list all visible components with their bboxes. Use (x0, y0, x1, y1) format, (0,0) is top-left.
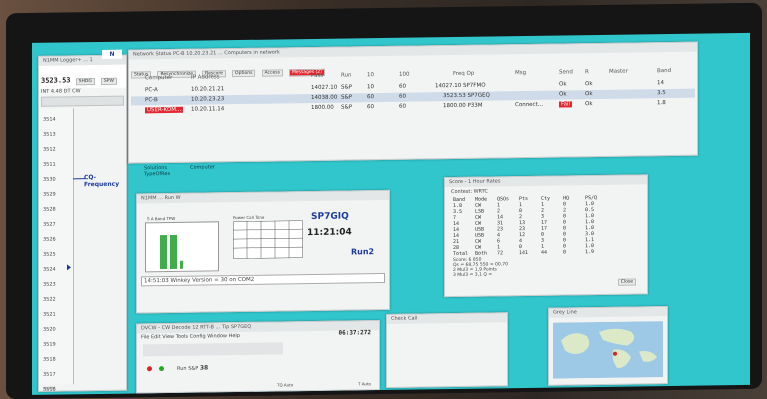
scale-tick: 3521 (43, 311, 56, 318)
scale-tick: 3513 (43, 131, 56, 138)
spw-button[interactable]: SPW (100, 77, 117, 85)
main-window: N1MM Logger+ ... 1 3523.53 SHDG SPW INT … (38, 54, 127, 392)
scale-tick: 3517 (43, 371, 56, 378)
main-window-bottom-label: N1MM (43, 385, 56, 391)
decoder-window: DVCW - CW Decode 12 RTT-B ... Tip SP7GEQ… (136, 320, 380, 394)
run-mode-label: Run2 (351, 247, 375, 257)
button-strip (41, 95, 124, 107)
frequency-display: 3523.53 (41, 76, 71, 85)
meter-labels: S A Band TPW (147, 215, 176, 222)
red-indicator (147, 366, 152, 372)
score-cell: 0 (563, 249, 567, 256)
check-call-window: Check Call (386, 312, 508, 388)
shdg-button[interactable]: SHDG (75, 78, 95, 86)
close-button[interactable]: Close (617, 278, 636, 286)
scale-tick: 3525 (43, 251, 56, 258)
entry-window-title: N1MM ... Run W (137, 190, 389, 204)
scale-tick: 3530 (43, 176, 56, 183)
n1mm-logo: N (102, 49, 122, 59)
scale-tick: 3526 (43, 236, 56, 243)
decoder-labels: Run S&P 38 (177, 364, 209, 372)
clock: 11:21:04 (307, 227, 352, 239)
scale-tick: 3512 (43, 146, 56, 153)
rate-grid (233, 220, 303, 260)
score-footer: Score: 6 850 Qs = 68,75 550 = 00,70 2 Mu… (453, 257, 508, 279)
score-cell: Total (453, 250, 469, 258)
decoder-footer-left: TQ Auto (277, 382, 294, 388)
entry-window: N1MM ... Run W S A Band TPW Power Call T… (136, 189, 390, 314)
score-cell: 141 (519, 249, 529, 257)
scale-tick: 3518 (43, 356, 56, 363)
scale-tick: 3519 (43, 341, 56, 348)
scale-tick: 3523 (43, 281, 56, 288)
green-indicator (159, 366, 164, 372)
score-window: Score - 1 Hour Rates Contest: WRTC Band M… (444, 174, 648, 298)
grey-line-window: Grey Line (548, 306, 668, 386)
meter-bar (170, 234, 177, 269)
score-table: Band Mode QSOs Pts Cty HQ PS/Q 1.8 CW 1 1 1 0 1.0 3.5 L… (445, 194, 647, 257)
score-cell: 1.9 (585, 249, 595, 256)
grey-line-title: Grey Line (549, 307, 667, 318)
score-cell: 72 (497, 250, 504, 257)
callsign: SP7GIQ (311, 211, 349, 223)
scale-tick: 3511 (43, 161, 56, 168)
meter-bar (160, 235, 167, 270)
decoder-panel (143, 342, 283, 357)
scale-tick: 3527 (43, 221, 56, 228)
scale-tick: 3522 (43, 296, 56, 303)
decoder-footer-right: T Auto (357, 381, 371, 387)
desktop-label-typeofres[interactable]: TypeOfRes (144, 171, 170, 177)
check-call-title: Check Call (387, 313, 507, 324)
power-meter (145, 221, 219, 273)
world-map (553, 321, 663, 379)
status-line: 14:51:03 Winkey Version = 30 on COM2 (141, 272, 385, 287)
cq-frequency-label: CQ-Frequency (84, 174, 120, 189)
scale-tick: 3529 (43, 191, 56, 198)
network-status-window: Network Status PC-B 10.20.23.21 ... Comp… (128, 41, 698, 164)
scale-tick: 3524 (43, 266, 56, 273)
scale-tick: 3520 (43, 326, 56, 333)
screen: N1MM Logger+ ... 1 3523.53 SHDG SPW INT … (32, 32, 750, 395)
score-cell: Both (475, 250, 488, 257)
scale-tick: 3514 (43, 116, 56, 123)
score-cell: 44 (541, 249, 548, 256)
desktop-label-computer[interactable]: Computer (190, 164, 215, 170)
grid-labels: Power Call Tone (233, 214, 265, 221)
scale-tick: 3528 (43, 206, 56, 213)
current-frequency-arrow (67, 264, 71, 271)
main-window-status: INT 4.48 DT CW (41, 88, 81, 95)
band-scale: 3514 3513 3512 3511 3530 3529 3528 3527 … (39, 108, 74, 392)
meter-bar (180, 260, 183, 269)
decoder-time: 06:37:272 (338, 329, 371, 337)
monitor: N1MM Logger+ ... 1 3523.53 SHDG SPW INT … (6, 2, 762, 399)
